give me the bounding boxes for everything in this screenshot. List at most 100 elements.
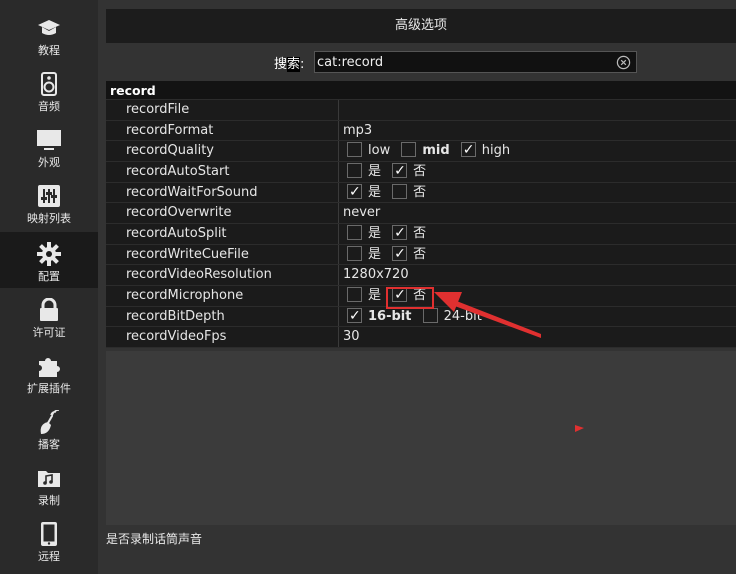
table-row-recordVideoResolution: recordVideoResolution 1280x720 [106, 265, 736, 286]
table-row-recordVideoFps: recordVideoFps 30 [106, 327, 736, 348]
yes-label: 是 [368, 184, 382, 200]
yes-checkbox[interactable] [347, 245, 362, 261]
row-value-input[interactable] [343, 100, 736, 120]
sliders-icon [38, 185, 60, 207]
row-value-input[interactable]: never [343, 203, 736, 223]
row-value-options: 是 否 [343, 244, 736, 265]
no-checkbox[interactable] [392, 223, 408, 243]
sidebar-item-tutorial[interactable]: 教程 [0, 6, 98, 62]
row-key: recordQuality [106, 141, 339, 161]
row-key: recordWaitForSound [106, 182, 339, 203]
row-key: recordWriteCueFile [106, 244, 339, 265]
row-key: recordMicrophone [106, 285, 339, 306]
yes-label: 是 [368, 163, 382, 179]
sidebar-item-label: 远程 [38, 550, 60, 563]
yes-checkbox[interactable] [347, 182, 362, 202]
row-key: recordFormat [106, 120, 339, 141]
yes-checkbox[interactable] [347, 162, 362, 178]
row-key: recordVideoResolution [106, 265, 339, 285]
sidebar-item-appearance[interactable]: 外观 [0, 118, 98, 174]
monitor-icon [37, 130, 61, 150]
no-label: 否 [413, 246, 427, 262]
page-title: 高级选项 [394, 18, 447, 33]
sidebar-item-label: 许可证 [32, 326, 66, 339]
row-key: recordBitDepth [106, 306, 339, 327]
gear-icon [37, 242, 61, 266]
yes-label: 是 [368, 246, 382, 262]
no-label: 否 [413, 184, 427, 200]
search-input[interactable] [317, 52, 607, 72]
table-row-recordFormat: recordFormat mp3 [106, 120, 736, 142]
sidebar-item-license[interactable]: 许可证 [0, 288, 98, 344]
lock-icon [40, 298, 58, 321]
row-value-input[interactable]: 30 [343, 327, 736, 347]
high-label: high [481, 143, 511, 159]
no-label: 否 [413, 163, 427, 179]
row-value-options: 是 否 [343, 223, 736, 244]
speaker-icon [41, 72, 57, 96]
graduation-cap-icon [38, 20, 60, 35]
sidebar-item-label: 外观 [38, 156, 60, 169]
row-value-input[interactable]: mp3 [343, 121, 736, 141]
row-key: recordAutoStart [106, 161, 339, 182]
table-row-recordBitDepth: recordBitDepth 16-bit 24-bit [106, 306, 736, 328]
table-row-recordOverwrite: recordOverwrite never [106, 203, 736, 224]
search-box [314, 51, 637, 73]
row-value-options: 是 否 [343, 161, 736, 182]
music-folder-icon [38, 471, 60, 487]
no-checkbox[interactable] [392, 244, 408, 264]
24bit-label: 24-bit [443, 308, 482, 324]
no-checkbox[interactable] [392, 183, 408, 199]
title-bar: 高级选项 [106, 9, 736, 43]
sidebar-item-label: 录制 [38, 494, 60, 507]
status-text: 是否录制话筒声音 [106, 532, 203, 546]
tablet-icon [41, 522, 57, 546]
sidebar-item-podcast[interactable]: 播客 [0, 400, 98, 456]
high-checkbox[interactable] [460, 140, 476, 160]
table-row-recordAutoStart: recordAutoStart 是 否 [106, 161, 736, 183]
row-key: recordAutoSplit [106, 223, 339, 244]
low-checkbox[interactable] [347, 142, 362, 158]
row-key: recordFile [106, 100, 339, 120]
row-value-options: 16-bit 24-bit [343, 306, 736, 327]
podcast-icon [40, 410, 60, 434]
row-value-input[interactable]: 1280x720 [343, 265, 736, 285]
search-label: 搜索: [274, 57, 305, 72]
sidebar: 教程 音频 外观 映射列表 配置 许可证 扩展插件 播客 录制 远程 [0, 0, 98, 574]
24bit-checkbox[interactable] [422, 307, 438, 323]
16bit-checkbox[interactable] [347, 306, 362, 326]
yes-checkbox[interactable] [347, 224, 362, 240]
clear-icon[interactable] [616, 55, 631, 70]
sidebar-item-label: 扩展插件 [27, 382, 71, 395]
row-value-options: low mid high [343, 140, 736, 161]
table-row-recordAutoSplit: recordAutoSplit 是 否 [106, 223, 736, 245]
sidebar-item-record[interactable]: 录制 [0, 456, 98, 512]
yes-checkbox[interactable] [347, 286, 362, 302]
row-key: recordOverwrite [106, 203, 339, 223]
sidebar-item-audio[interactable]: 音频 [0, 62, 98, 118]
sidebar-item-label: 教程 [38, 44, 60, 57]
sidebar-item-mapping-list[interactable]: 映射列表 [0, 174, 98, 230]
empty-area [106, 351, 736, 525]
puzzle-icon [39, 358, 60, 377]
no-label: 否 [413, 225, 427, 241]
sidebar-item-label: 配置 [38, 270, 60, 283]
table-row-recordWaitForSound: recordWaitForSound 是 否 [106, 182, 736, 204]
highlight-box [386, 287, 434, 309]
no-checkbox[interactable] [392, 161, 408, 181]
table-row-recordQuality: recordQuality low mid high [106, 140, 736, 162]
sidebar-item-label: 播客 [38, 438, 60, 451]
sidebar-item-label: 映射列表 [27, 212, 71, 225]
row-value-options: 是 否 [343, 182, 736, 203]
sidebar-item-label: 音频 [38, 100, 60, 113]
sidebar-item-remote[interactable]: 远程 [0, 512, 98, 568]
mid-checkbox[interactable] [401, 142, 417, 158]
table-row-recordWriteCueFile: recordWriteCueFile 是 否 [106, 244, 736, 266]
group-header: record [106, 81, 736, 100]
16bit-label: 16-bit [368, 308, 412, 324]
mid-label: mid [422, 143, 450, 159]
table-row-recordFile: recordFile [106, 100, 736, 121]
sidebar-item-extensions[interactable]: 扩展插件 [0, 344, 98, 400]
sidebar-item-config[interactable]: 配置 [0, 232, 98, 288]
yes-label: 是 [368, 225, 382, 241]
